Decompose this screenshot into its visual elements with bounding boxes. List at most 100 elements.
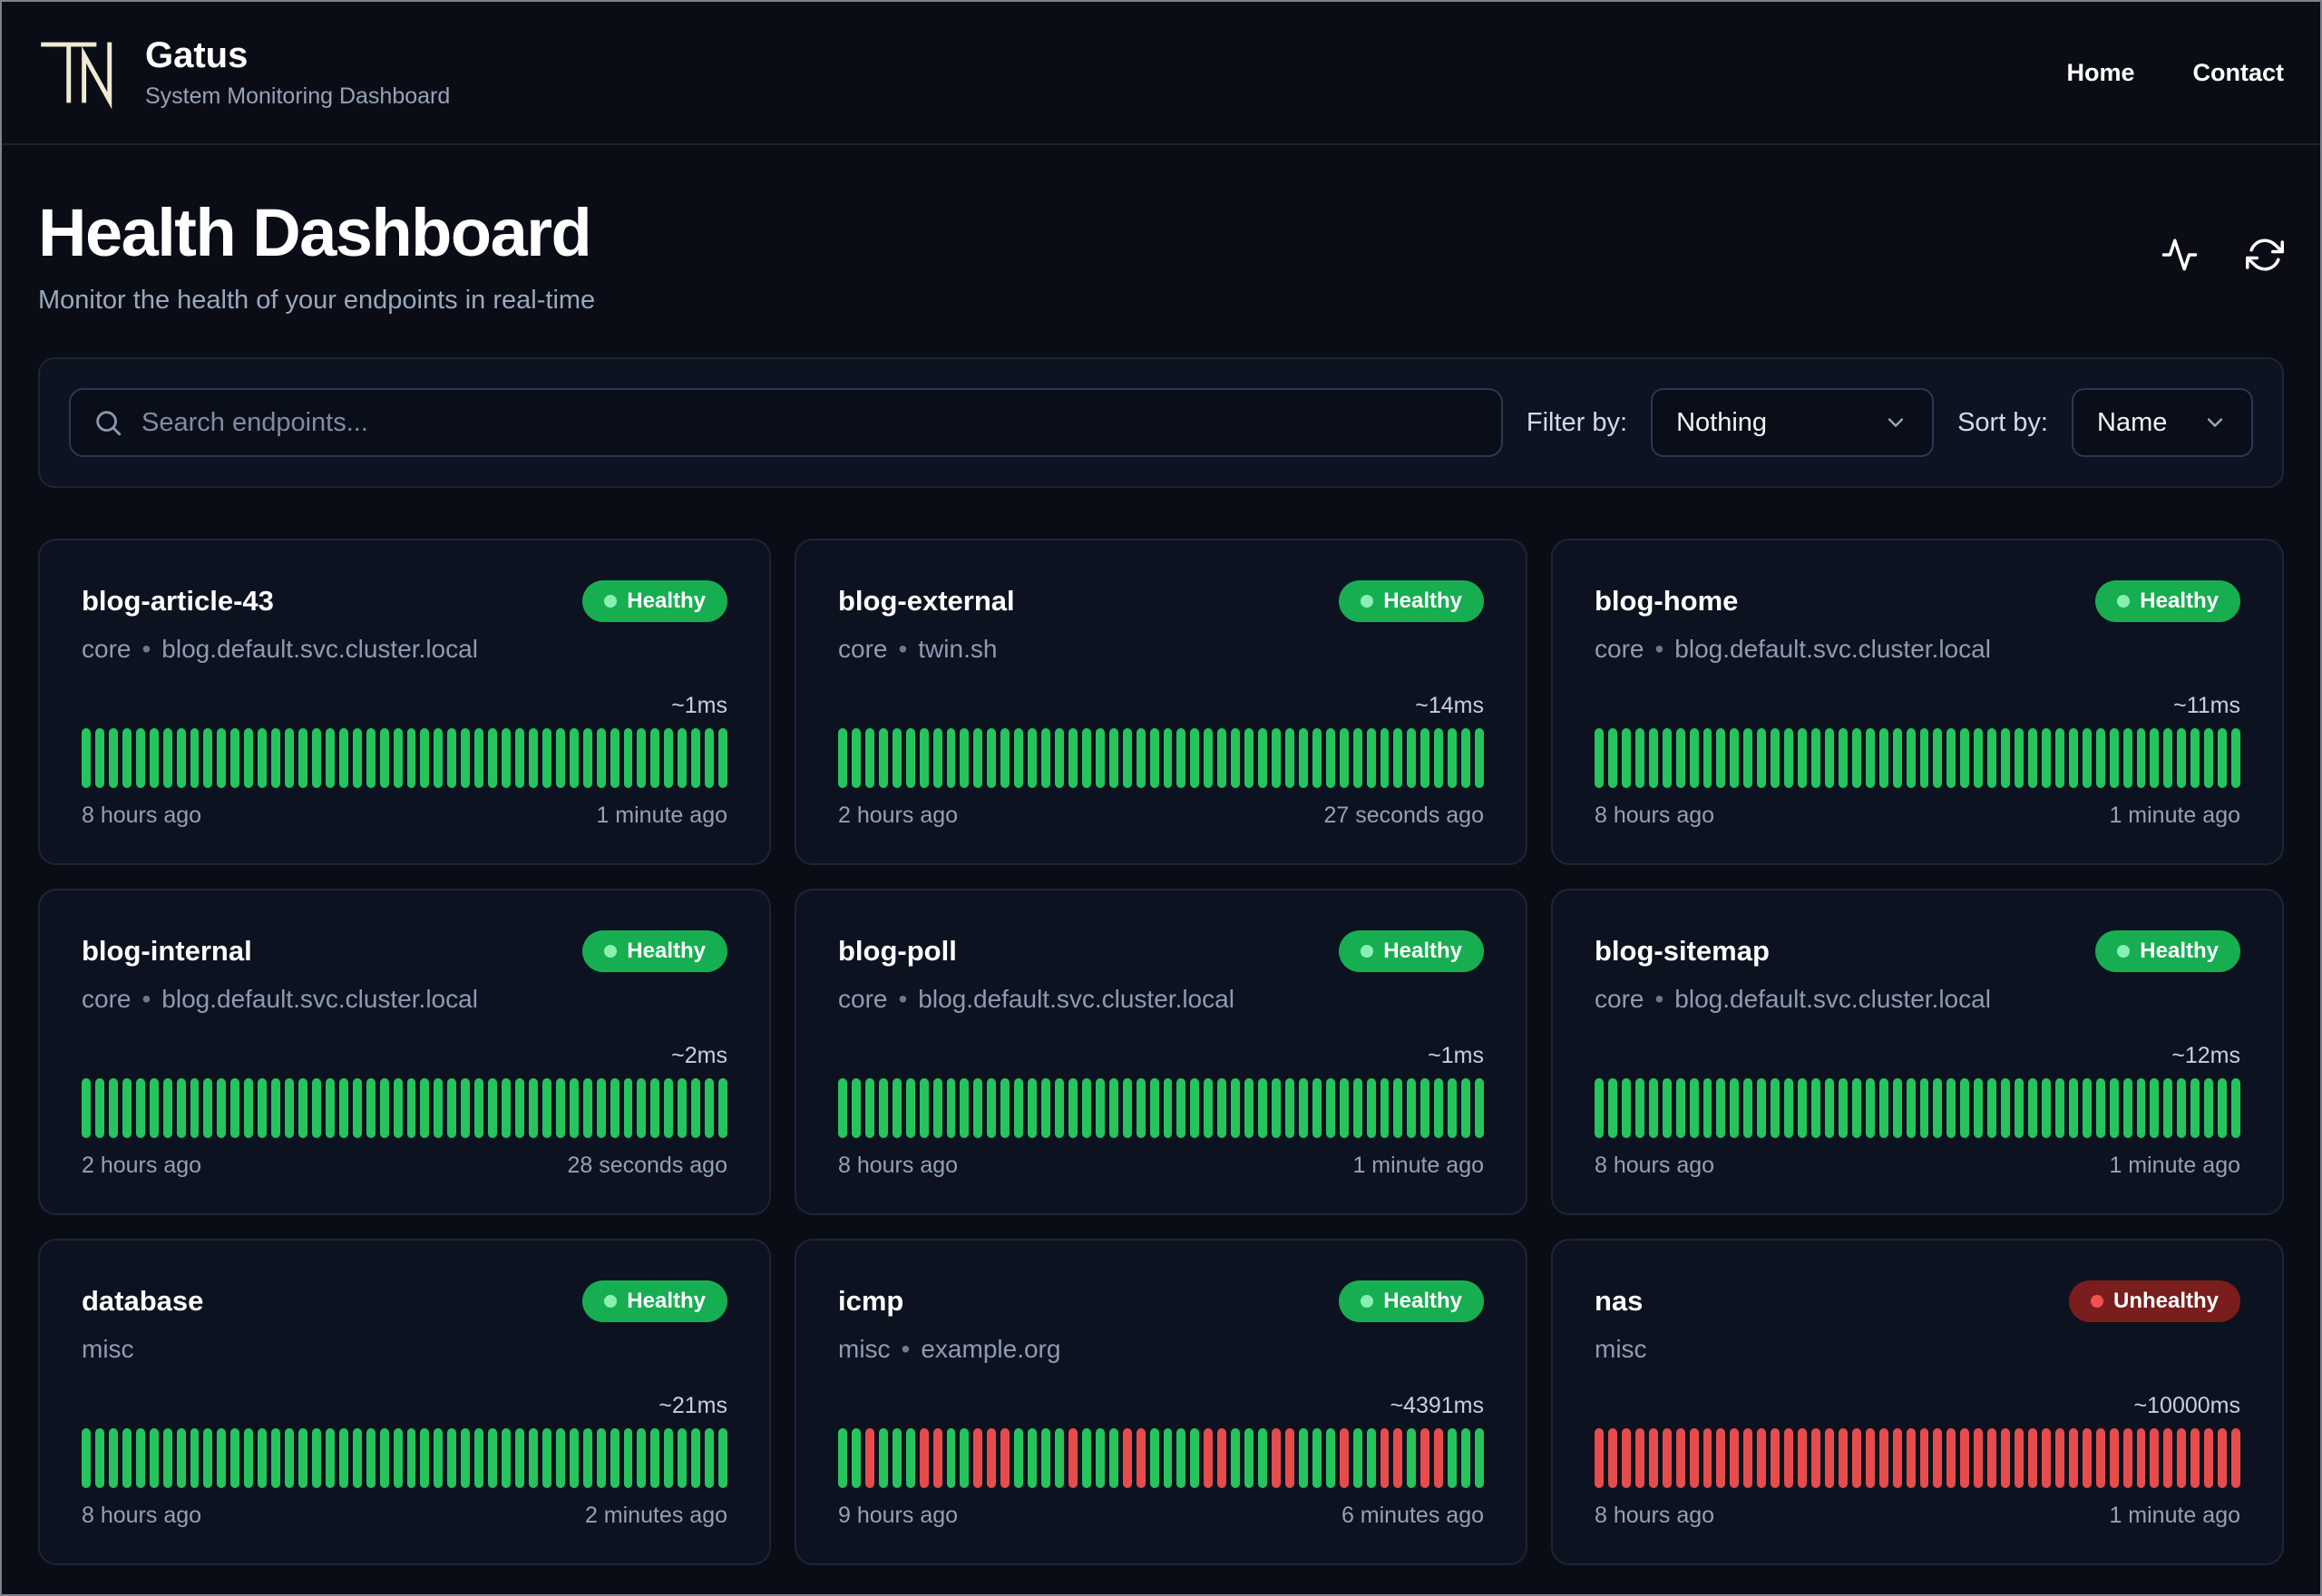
uptime-bar[interactable] (1190, 728, 1200, 788)
uptime-bar[interactable] (285, 1078, 294, 1138)
uptime-bar[interactable] (596, 1078, 606, 1138)
uptime-bar[interactable] (623, 728, 633, 788)
uptime-bar[interactable] (298, 728, 307, 788)
uptime-bar[interactable] (2190, 1078, 2200, 1138)
uptime-bar[interactable] (2204, 1078, 2214, 1138)
uptime-bar[interactable] (1352, 728, 1362, 788)
uptime-bar[interactable] (2095, 728, 2105, 788)
uptime-bar[interactable] (1648, 728, 1658, 788)
uptime-bar[interactable] (582, 728, 592, 788)
uptime-bar[interactable] (705, 1428, 715, 1488)
uptime-bar[interactable] (1339, 728, 1349, 788)
uptime-bar[interactable] (1366, 728, 1376, 788)
uptime-bar[interactable] (650, 728, 660, 788)
uptime-bar[interactable] (1865, 1428, 1875, 1488)
uptime-bar[interactable] (1122, 728, 1132, 788)
endpoint-card[interactable]: blog-sitemap Healthy core • blog.default.s… (1551, 889, 2284, 1215)
uptime-bar[interactable] (2028, 1078, 2037, 1138)
uptime-bar[interactable] (217, 1428, 227, 1488)
uptime-bar[interactable] (162, 1078, 172, 1138)
uptime-bar[interactable] (851, 1428, 861, 1488)
uptime-bar[interactable] (1041, 1078, 1050, 1138)
uptime-bar[interactable] (434, 1078, 444, 1138)
uptime-bar[interactable] (1231, 1078, 1241, 1138)
uptime-bar[interactable] (488, 728, 498, 788)
uptime-bar[interactable] (2136, 1428, 2146, 1488)
uptime-bar[interactable] (1231, 1428, 1241, 1488)
uptime-bar[interactable] (1987, 728, 1997, 788)
uptime-bar[interactable] (447, 1428, 457, 1488)
uptime-bar[interactable] (258, 1428, 268, 1488)
uptime-bar[interactable] (1798, 728, 1807, 788)
uptime-bar[interactable] (2015, 1078, 2024, 1138)
uptime-bar[interactable] (2122, 1078, 2132, 1138)
uptime-bar[interactable] (1095, 728, 1105, 788)
uptime-bar[interactable] (1824, 1428, 1834, 1488)
uptime-bar[interactable] (946, 1428, 956, 1488)
uptime-bar[interactable] (1702, 728, 1712, 788)
uptime-bar[interactable] (2163, 1078, 2173, 1138)
uptime-bar[interactable] (406, 728, 416, 788)
uptime-bar[interactable] (1000, 1078, 1010, 1138)
uptime-bar[interactable] (919, 1428, 929, 1488)
uptime-bar[interactable] (2218, 728, 2228, 788)
uptime-bar[interactable] (2082, 1428, 2092, 1488)
uptime-bar[interactable] (838, 728, 847, 788)
uptime-bar[interactable] (1163, 1428, 1173, 1488)
uptime-bar[interactable] (1420, 728, 1430, 788)
uptime-bar[interactable] (864, 1428, 874, 1488)
uptime-bar[interactable] (1095, 1078, 1105, 1138)
uptime-bar[interactable] (1176, 1428, 1186, 1488)
uptime-bar[interactable] (637, 1078, 647, 1138)
uptime-bar[interactable] (108, 728, 118, 788)
uptime-bar[interactable] (1865, 728, 1875, 788)
uptime-bar[interactable] (82, 1428, 91, 1488)
uptime-bar[interactable] (678, 1428, 688, 1488)
uptime-bar[interactable] (1312, 728, 1322, 788)
uptime-bar[interactable] (932, 1428, 942, 1488)
uptime-bar[interactable] (203, 728, 213, 788)
uptime-bar[interactable] (1258, 728, 1267, 788)
uptime-bar[interactable] (610, 728, 620, 788)
uptime-bar[interactable] (1448, 728, 1458, 788)
uptime-bar[interactable] (1136, 1428, 1146, 1488)
uptime-bar[interactable] (1407, 1078, 1417, 1138)
uptime-bar[interactable] (135, 1078, 145, 1138)
activity-icon[interactable] (2161, 236, 2199, 274)
uptime-bar[interactable] (1974, 1428, 1984, 1488)
uptime-bar[interactable] (176, 1428, 186, 1488)
search-input[interactable] (141, 407, 1479, 438)
uptime-bar[interactable] (1108, 728, 1118, 788)
uptime-bar[interactable] (1648, 1428, 1658, 1488)
uptime-bar[interactable] (1784, 1078, 1794, 1138)
uptime-bar[interactable] (905, 728, 915, 788)
uptime-bar[interactable] (2177, 728, 2187, 788)
uptime-bar[interactable] (1662, 728, 1672, 788)
uptime-bar[interactable] (610, 1428, 620, 1488)
uptime-bar[interactable] (528, 1078, 538, 1138)
uptime-bar[interactable] (718, 1078, 727, 1138)
uptime-bar[interactable] (2054, 1078, 2064, 1138)
uptime-bar[interactable] (1298, 1078, 1308, 1138)
uptime-bar[interactable] (2068, 1428, 2078, 1488)
uptime-bar[interactable] (1892, 728, 1902, 788)
uptime-bar[interactable] (1325, 1428, 1335, 1488)
uptime-bar[interactable] (1919, 1078, 1929, 1138)
uptime-bar[interactable] (1325, 1078, 1335, 1138)
uptime-bar[interactable] (1892, 1078, 1902, 1138)
uptime-bar[interactable] (190, 1078, 200, 1138)
uptime-bar[interactable] (1634, 1428, 1644, 1488)
uptime-bar[interactable] (1906, 1078, 1916, 1138)
uptime-bar[interactable] (1272, 728, 1281, 788)
filter-select[interactable]: Nothing (1651, 388, 1935, 457)
uptime-bar[interactable] (541, 728, 551, 788)
uptime-bar[interactable] (461, 1428, 471, 1488)
uptime-bar[interactable] (987, 728, 997, 788)
uptime-bar[interactable] (1757, 1078, 1767, 1138)
uptime-bar[interactable] (393, 728, 403, 788)
uptime-bar[interactable] (596, 728, 606, 788)
uptime-bar[interactable] (623, 1428, 633, 1488)
uptime-bar[interactable] (2231, 728, 2240, 788)
uptime-bar[interactable] (1407, 1428, 1417, 1488)
uptime-bar[interactable] (1081, 728, 1091, 788)
